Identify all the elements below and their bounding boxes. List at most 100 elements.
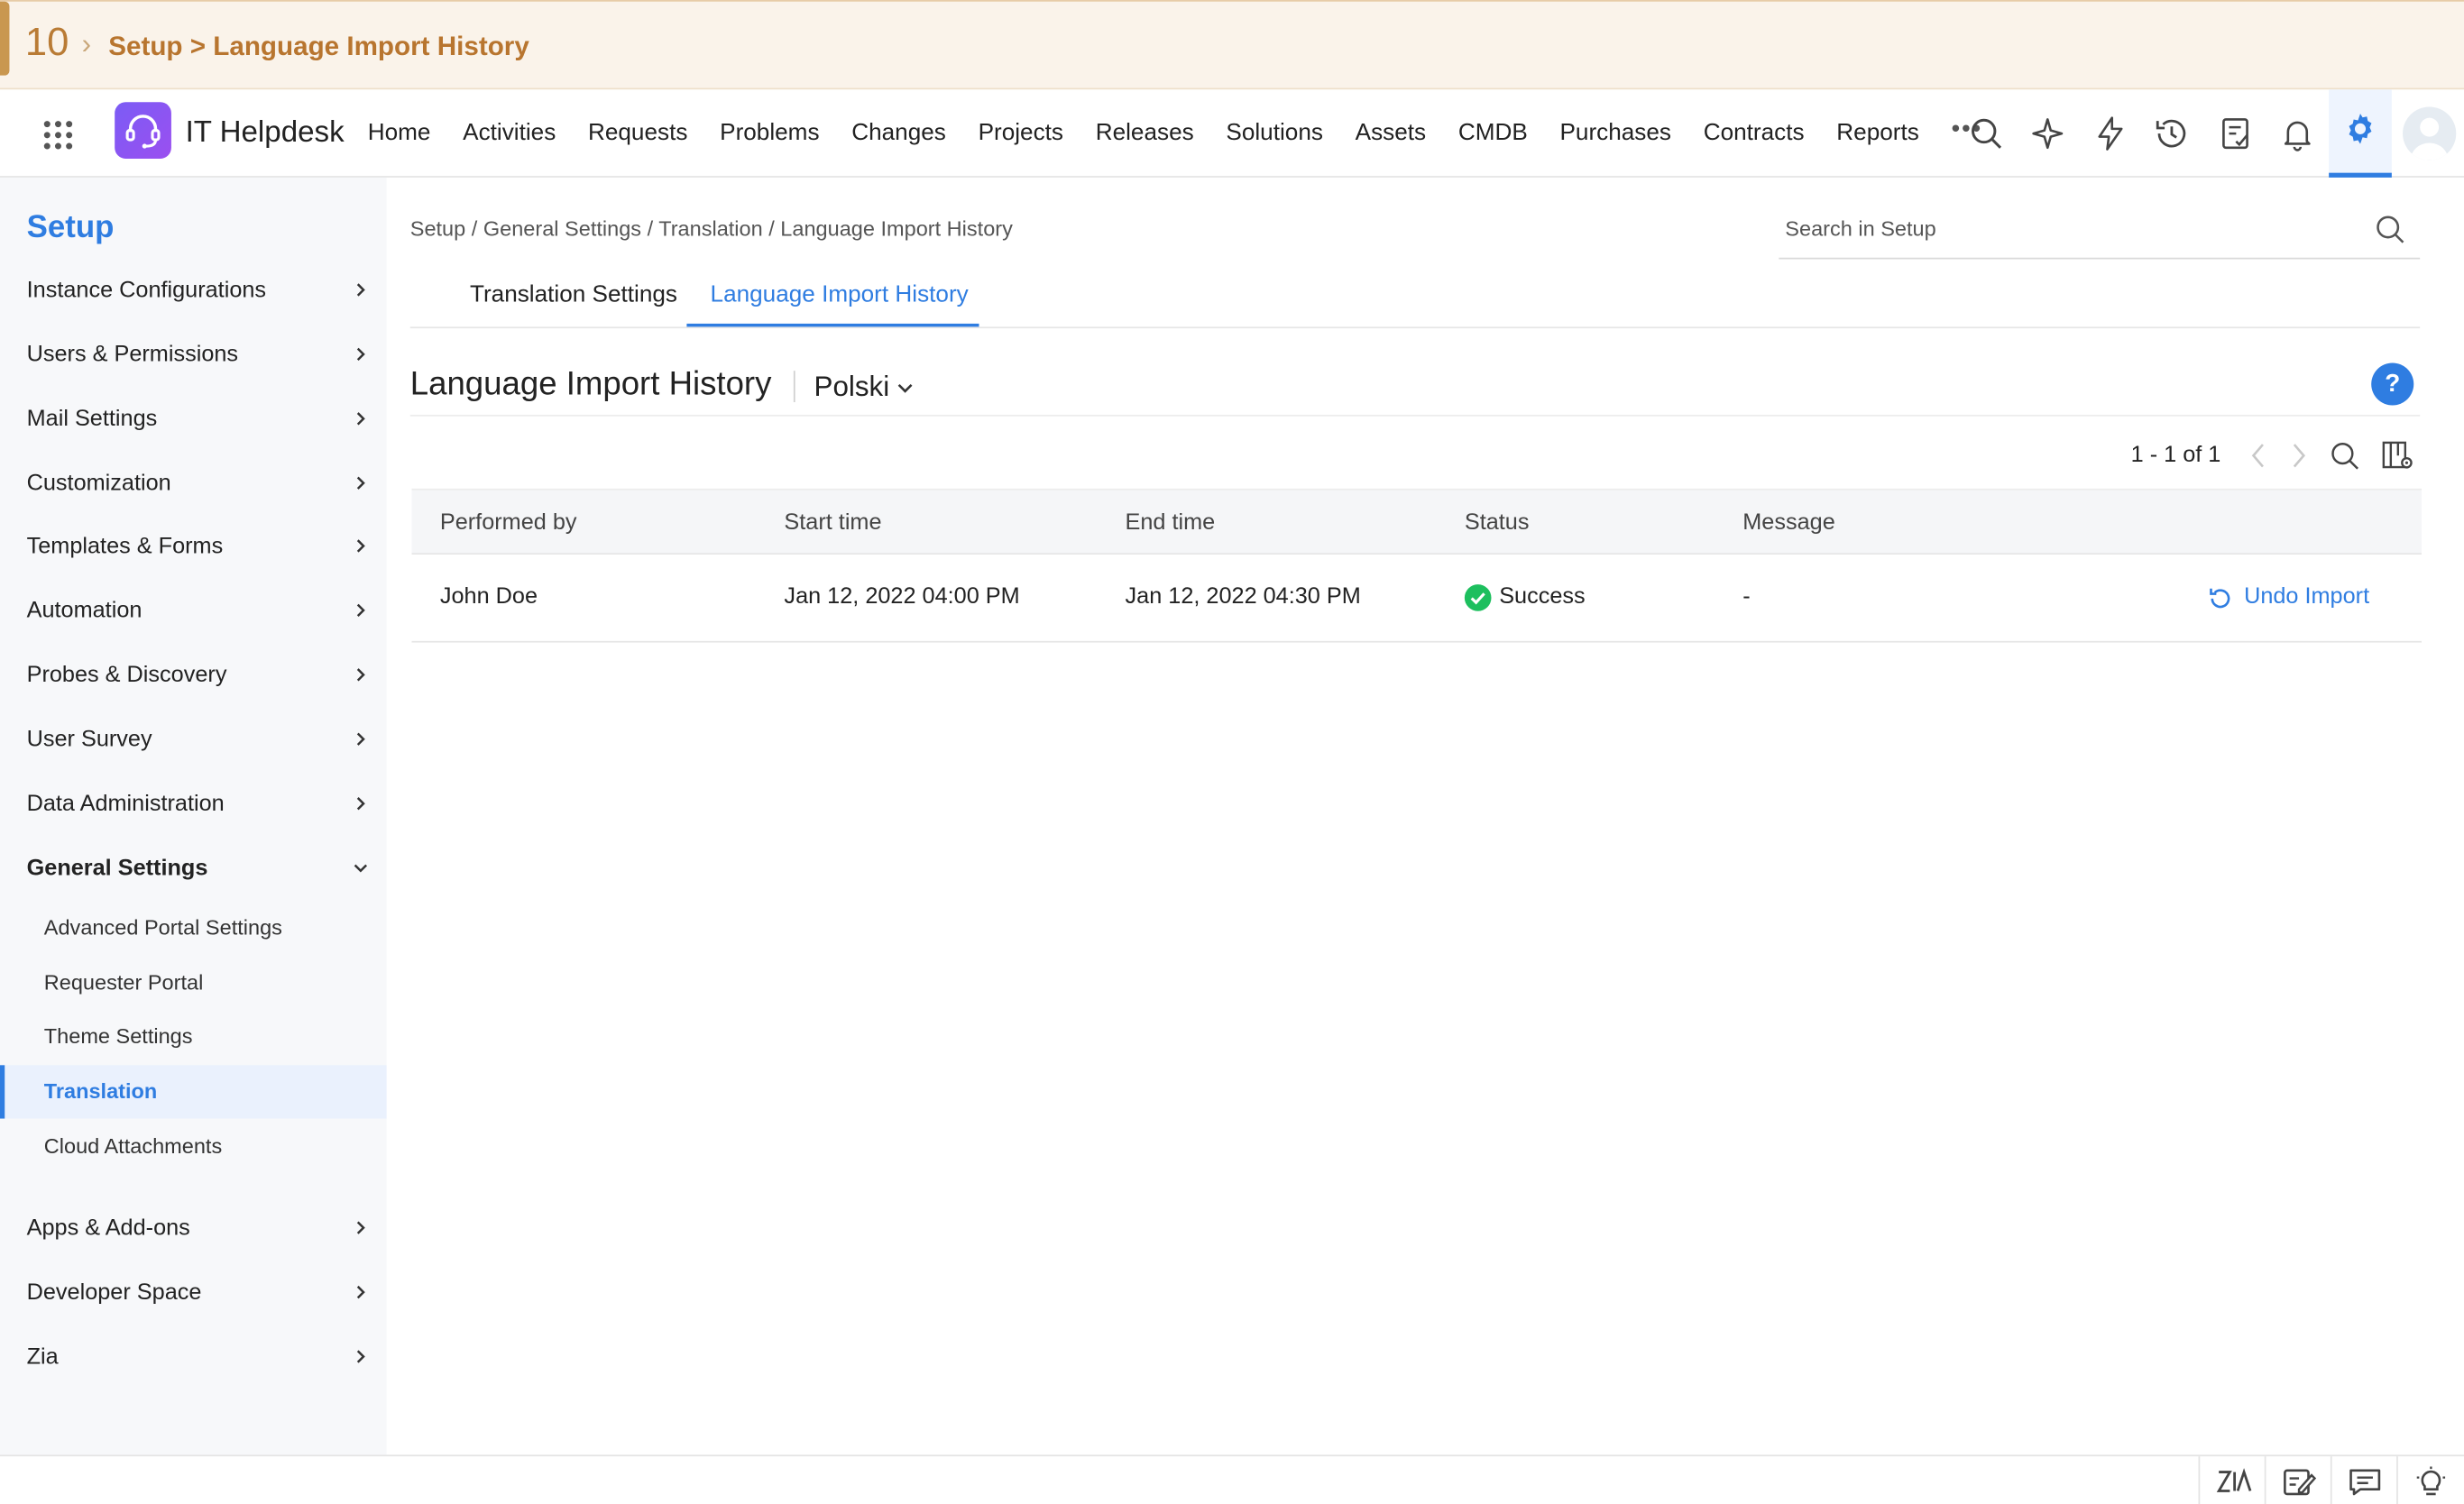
sidebar-item-label: Templates & Forms [26, 534, 224, 560]
sidebar-item-probes-discovery[interactable]: Probes & Discovery [0, 646, 387, 709]
cell-message: - [1742, 584, 1751, 610]
user-avatar[interactable] [2403, 106, 2457, 160]
undo-icon [2210, 588, 2230, 609]
nav-reports[interactable]: Reports [1836, 119, 1919, 147]
banner-number: 10 [24, 20, 69, 65]
setup-search-input[interactable] [1785, 216, 2351, 241]
sidebar-item-developer-space[interactable]: Developer Space [0, 1263, 387, 1326]
setup-sidebar: Setup Instance Configurations Users & Pe… [0, 177, 387, 1455]
tab-translation-settings[interactable]: Translation Settings [470, 281, 677, 308]
sidebar-item-label: Data Administration [26, 792, 225, 818]
sidebar-subitem-label: Cloud Attachments [43, 1133, 223, 1159]
sparkle-icon[interactable] [2028, 115, 2066, 152]
sidebar-subitem-translation[interactable]: Translation [0, 1065, 387, 1119]
bell-icon[interactable] [2278, 115, 2316, 152]
column-start-time[interactable]: Start time [784, 510, 881, 536]
sidebar-subitem-requester-portal[interactable]: Requester Portal [0, 957, 387, 1010]
app-launcher-icon[interactable] [43, 121, 73, 150]
chevron-right-icon [356, 476, 365, 490]
sidebar-item-apps-addons[interactable]: Apps & Add-ons [0, 1198, 387, 1261]
column-message[interactable]: Message [1742, 510, 1835, 536]
chevron-down-icon[interactable] [897, 381, 913, 394]
chat-icon[interactable] [2330, 1456, 2396, 1504]
helpdesk-logo-icon[interactable] [115, 102, 171, 159]
nav-purchases[interactable]: Purchases [1559, 119, 1670, 147]
nav-requests[interactable]: Requests [588, 119, 687, 147]
page-title: Language Import History [409, 365, 772, 403]
app-header: IT Helpdesk Home Activities Requests Pro… [0, 89, 2464, 178]
sidebar-item-label: General Settings [26, 856, 208, 882]
zia-icon[interactable] [2198, 1456, 2265, 1504]
edit-notes-icon[interactable] [2264, 1456, 2331, 1504]
sidebar-subitem-theme-settings[interactable]: Theme Settings [0, 1010, 387, 1063]
search-icon[interactable] [1967, 115, 2005, 152]
table-search-icon[interactable] [2329, 440, 2360, 472]
nav-solutions[interactable]: Solutions [1226, 119, 1323, 147]
search-icon[interactable] [2373, 212, 2407, 246]
sidebar-subitem-cloud-attachments[interactable]: Cloud Attachments [0, 1120, 387, 1173]
sidebar-subitem-label: Translation [43, 1078, 158, 1104]
sidebar-item-data-administration[interactable]: Data Administration [0, 775, 387, 838]
lightning-icon[interactable] [2092, 115, 2129, 152]
nav-cmdb[interactable]: CMDB [1458, 119, 1528, 147]
help-button[interactable]: ? [2371, 362, 2414, 406]
sidebar-item-label: Automation [26, 598, 143, 624]
nav-projects[interactable]: Projects [979, 119, 1063, 147]
main-nav: Home Activities Requests Problems Change… [368, 116, 2015, 147]
title-separator [409, 414, 2421, 417]
sidebar-item-customization[interactable]: Customization [0, 454, 387, 518]
sidebar-item-templates-forms[interactable]: Templates & Forms [0, 517, 387, 580]
sidebar-subitem-advanced-portal-settings[interactable]: Advanced Portal Settings [0, 902, 387, 955]
chevron-right-icon [356, 1350, 365, 1363]
pagination-count: 1 - 1 of 1 [2130, 443, 2221, 469]
nav-assets[interactable]: Assets [1356, 119, 1426, 147]
chevron-right-icon [356, 283, 365, 297]
sidebar-item-mail-settings[interactable]: Mail Settings [0, 390, 387, 453]
sidebar-item-instance-configurations[interactable]: Instance Configurations [0, 261, 387, 324]
sidebar-item-general-settings[interactable]: General Settings [0, 839, 387, 902]
success-check-icon [1464, 584, 1492, 611]
notes-icon[interactable] [2217, 115, 2255, 152]
sidebar-item-label: Users & Permissions [26, 342, 239, 368]
sidebar-item-zia[interactable]: Zia [0, 1327, 387, 1390]
next-page-icon[interactable] [2288, 442, 2310, 470]
lightbulb-icon[interactable] [2396, 1456, 2462, 1504]
nav-activities[interactable]: Activities [463, 119, 556, 147]
setup-gear-button[interactable] [2329, 89, 2392, 178]
column-end-time[interactable]: End time [1126, 510, 1216, 536]
nav-changes[interactable]: Changes [851, 119, 946, 147]
tab-language-import-history[interactable]: Language Import History [711, 281, 969, 308]
sidebar-subitem-label: Advanced Portal Settings [43, 915, 282, 940]
prev-page-icon[interactable] [2248, 442, 2269, 470]
column-status[interactable]: Status [1465, 510, 1530, 536]
language-selector[interactable]: Polski [814, 371, 890, 404]
brand-name[interactable]: IT Helpdesk [186, 116, 345, 151]
cell-end-time: Jan 12, 2022 04:30 PM [1125, 584, 1361, 610]
history-icon[interactable] [2153, 115, 2191, 152]
banner-separator: › [81, 28, 92, 60]
cell-start-time: Jan 12, 2022 04:00 PM [784, 584, 1020, 610]
chevron-right-icon [356, 603, 365, 618]
chevron-right-icon [356, 797, 365, 811]
gear-icon [2349, 114, 2372, 144]
sidebar-subitem-label: Requester Portal [43, 970, 204, 995]
sidebar-title: Setup [26, 210, 115, 245]
sidebar-item-label: User Survey [26, 727, 152, 753]
chevron-down-icon [354, 864, 368, 873]
nav-home[interactable]: Home [368, 119, 431, 147]
nav-contracts[interactable]: Contracts [1704, 119, 1805, 147]
sidebar-item-label: Customization [26, 471, 171, 497]
column-performed-by[interactable]: Performed by [440, 510, 577, 536]
chevron-right-icon [356, 539, 365, 553]
sidebar-item-user-survey[interactable]: User Survey [0, 711, 387, 774]
main-content: Setup / General Settings / Translation /… [387, 178, 2464, 1455]
column-settings-icon[interactable] [2381, 438, 2415, 472]
active-tab-indicator [686, 323, 979, 327]
nav-releases[interactable]: Releases [1096, 119, 1194, 147]
sidebar-item-users-permissions[interactable]: Users & Permissions [0, 326, 387, 389]
app-root: 10 › Setup > Language Import History IT … [0, 0, 2464, 1504]
sidebar-item-automation[interactable]: Automation [0, 582, 387, 645]
chevron-right-icon [356, 1221, 365, 1234]
sidebar-item-label: Probes & Discovery [26, 663, 227, 689]
nav-problems[interactable]: Problems [720, 119, 819, 147]
